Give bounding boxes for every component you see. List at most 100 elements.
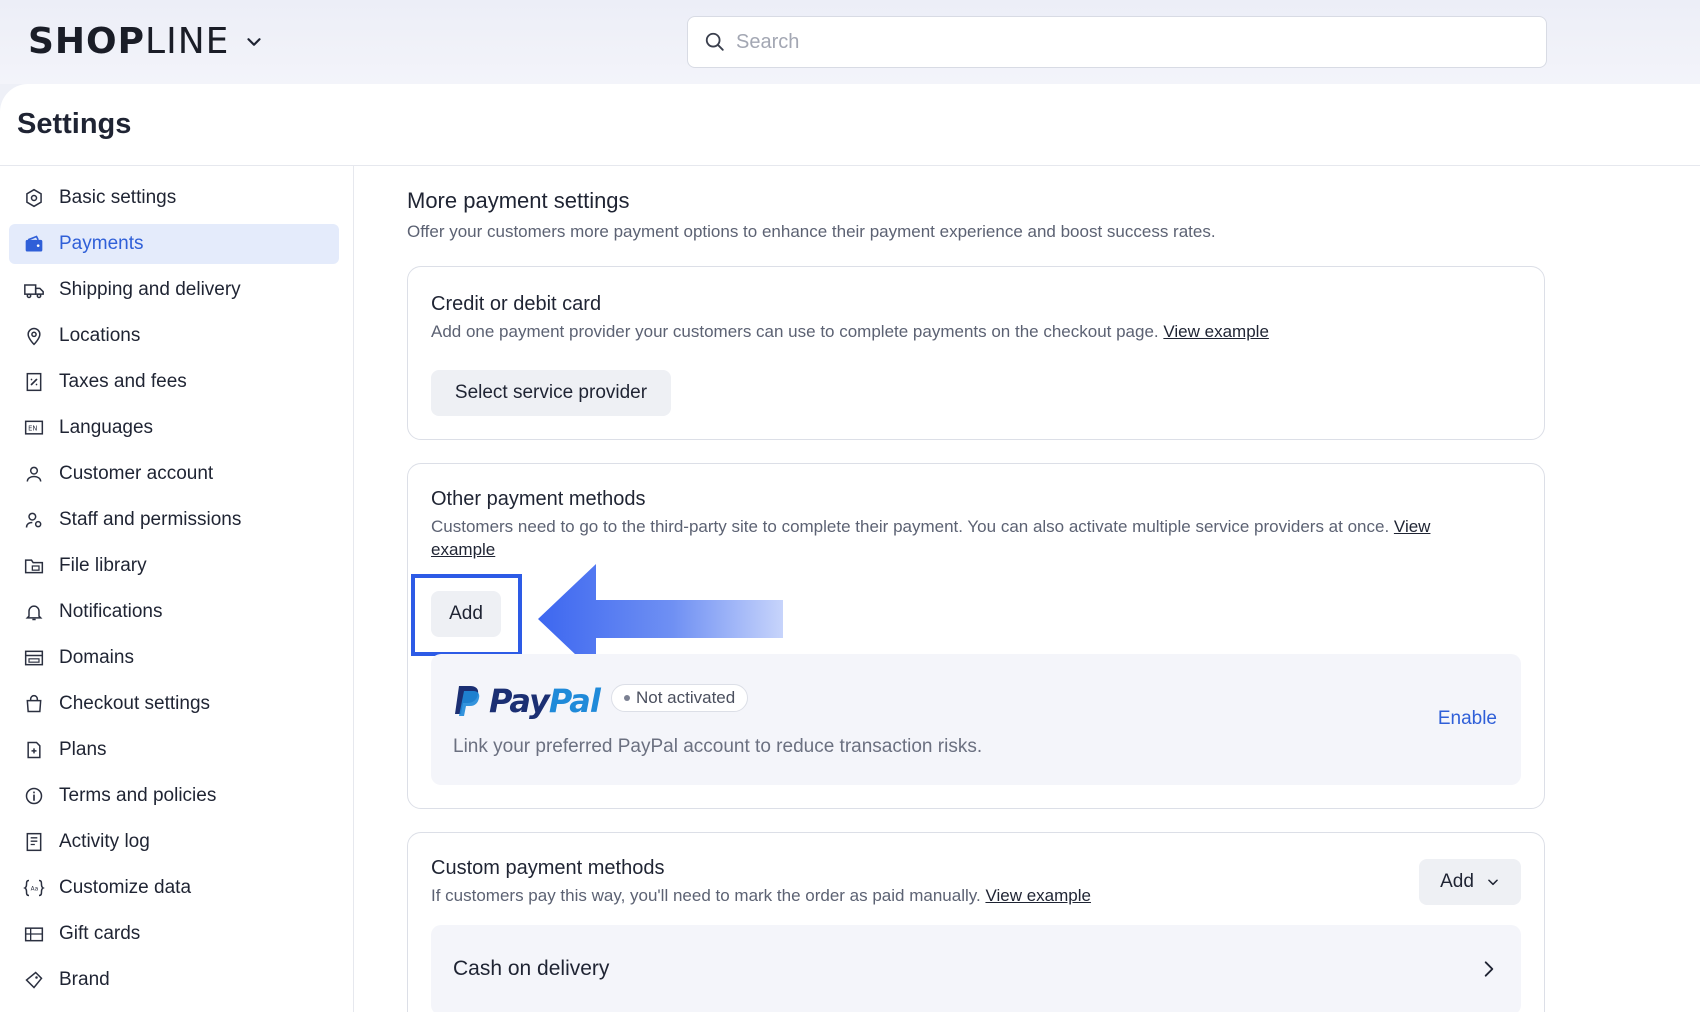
link-text: View — [1393, 517, 1431, 536]
search-bar[interactable] — [687, 16, 1547, 68]
link-text: example — [431, 540, 496, 559]
section-description: Offer your customers more payment option… — [407, 222, 1216, 241]
user-gear-icon — [23, 509, 45, 531]
status-dot — [624, 695, 630, 701]
shopline-logo: SHOPLINE — [28, 22, 229, 62]
wallet-icon — [23, 233, 45, 255]
card-description-text: If customers pay this way, you'll need t… — [431, 886, 981, 905]
add-custom-method-dropdown[interactable]: Add — [1419, 859, 1521, 905]
log-icon — [23, 831, 45, 853]
sidebar-item-label: Locations — [59, 325, 141, 346]
paypal-logo: PayPal — [453, 682, 601, 720]
custom-method-item[interactable]: Cash on delivery — [431, 925, 1521, 1012]
sidebar-item-checkout[interactable]: Checkout settings — [9, 684, 339, 724]
truck-icon — [23, 279, 45, 301]
status-badge: Not activated — [611, 684, 749, 712]
sidebar-item-label: Activity log — [59, 831, 150, 852]
receipt-icon — [23, 371, 45, 393]
bell-icon — [23, 601, 45, 623]
sidebar-item-taxes[interactable]: Taxes and fees — [9, 362, 339, 402]
custom-payment-methods-section: Custom payment methods If customers pay … — [407, 832, 1545, 1012]
paypal-icon — [455, 686, 480, 716]
sidebar-item-label: Gift cards — [59, 923, 141, 944]
page-title: Settings — [17, 108, 132, 140]
sidebar-item-label: Basic settings — [59, 187, 177, 208]
svg-text:Aa: Aa — [31, 887, 39, 893]
sidebar-item-label: Payments — [59, 233, 144, 254]
custom-method-label: Cash on delivery — [453, 957, 610, 980]
brand-icon — [23, 969, 45, 991]
section-title: More payment settings — [407, 188, 630, 213]
language-icon: EN — [23, 417, 45, 439]
sidebar-item-shipping[interactable]: Shipping and delivery — [9, 270, 339, 310]
card-title: Other payment methods — [431, 488, 646, 510]
search-icon — [705, 32, 724, 51]
sidebar-item-label: Plans — [59, 739, 107, 760]
domain-icon — [23, 647, 45, 669]
sidebar-item-label: File library — [59, 555, 147, 576]
paypal-description: Link your preferred PayPal account to re… — [453, 736, 983, 757]
card-title: Custom payment methods — [431, 857, 665, 879]
sidebar-item-activity-log[interactable]: Activity log — [9, 822, 339, 862]
logo-text-light: LINE — [145, 21, 230, 62]
sidebar-item-label: Terms and policies — [59, 785, 217, 806]
sidebar-item-customize-data[interactable]: Aa Customize data — [9, 868, 339, 908]
plan-icon — [23, 739, 45, 761]
sidebar-item-domains[interactable]: Domains — [9, 638, 339, 678]
highlight-box — [411, 574, 522, 656]
search-input[interactable] — [736, 30, 1516, 54]
credit-card-section: Credit or debit card Add one payment pro… — [407, 266, 1545, 440]
info-icon — [23, 785, 45, 807]
logo-text-bold: SHOP — [28, 21, 146, 62]
select-service-provider-button[interactable]: Select service provider — [431, 370, 671, 416]
sidebar-item-languages[interactable]: EN Languages — [9, 408, 339, 448]
sidebar-item-basic-settings[interactable]: Basic settings — [9, 178, 339, 218]
settings-sidebar: Basic settings Payments Shipping and del… — [0, 166, 354, 1012]
status-text: Not activated — [636, 688, 736, 707]
card-description-text: Customers need to go to the third-party … — [431, 517, 1390, 536]
top-bar: SHOPLINE — [0, 0, 1700, 84]
view-example-link[interactable]: View example — [1163, 322, 1269, 341]
sidebar-item-staff[interactable]: Staff and permissions — [9, 500, 339, 540]
sidebar-item-label: Checkout settings — [59, 693, 211, 714]
sidebar-item-label: Notifications — [59, 601, 163, 622]
chevron-down-icon — [247, 38, 262, 46]
sidebar-item-payments[interactable]: Payments — [9, 224, 339, 264]
sidebar-item-label: Shipping and delivery — [59, 279, 241, 300]
location-pin-icon — [23, 325, 45, 347]
sidebar-item-notifications[interactable]: Notifications — [9, 592, 339, 632]
sidebar-item-gift-cards[interactable]: Gift cards — [9, 914, 339, 954]
sidebar-item-label: Customize data — [59, 877, 192, 898]
sidebar-item-plans[interactable]: Plans — [9, 730, 339, 770]
other-payment-methods-section: Other payment methods Customers need to … — [407, 463, 1545, 809]
sidebar-item-customer-account[interactable]: Customer account — [9, 454, 339, 494]
card-description-text: Add one payment provider your customers … — [431, 322, 1159, 341]
card-description: Add one payment provider your customers … — [431, 320, 1269, 343]
sidebar-item-label: Brand — [59, 969, 110, 990]
logo-switcher[interactable]: SHOPLINE — [28, 22, 265, 62]
sidebar-item-label: Staff and permissions — [59, 509, 242, 530]
svg-text:EN: EN — [28, 425, 37, 433]
paypal-provider-card: PayPal Not activated Link your preferred… — [431, 654, 1521, 785]
card-description: If customers pay this way, you'll need t… — [431, 884, 1091, 907]
sidebar-item-brand[interactable]: Brand — [9, 960, 339, 1000]
code-braces-icon: Aa — [23, 877, 45, 899]
enable-paypal-link[interactable]: Enable — [1438, 708, 1497, 730]
card-description: Customers need to go to the third-party … — [431, 515, 1531, 561]
sidebar-item-label: Customer account — [59, 463, 214, 484]
chevron-down-icon — [1488, 879, 1498, 886]
add-button-label: Add — [1440, 871, 1474, 892]
bag-icon — [23, 693, 45, 715]
sidebar-item-file-library[interactable]: File library — [9, 546, 339, 586]
folder-icon — [23, 555, 45, 577]
view-example-link[interactable]: View example — [985, 886, 1091, 905]
sidebar-item-terms[interactable]: Terms and policies — [9, 776, 339, 816]
sidebar-item-label: Languages — [59, 417, 154, 438]
paypal-wordmark-pal: Pal — [548, 682, 601, 720]
user-icon — [23, 463, 45, 485]
paypal-wordmark-pay: Pay — [489, 682, 550, 720]
sidebar-item-label: Domains — [59, 647, 134, 668]
sidebar-item-locations[interactable]: Locations — [9, 316, 339, 356]
paypal-wordmark: PayPal — [489, 682, 601, 720]
chevron-right-icon — [1484, 961, 1494, 977]
